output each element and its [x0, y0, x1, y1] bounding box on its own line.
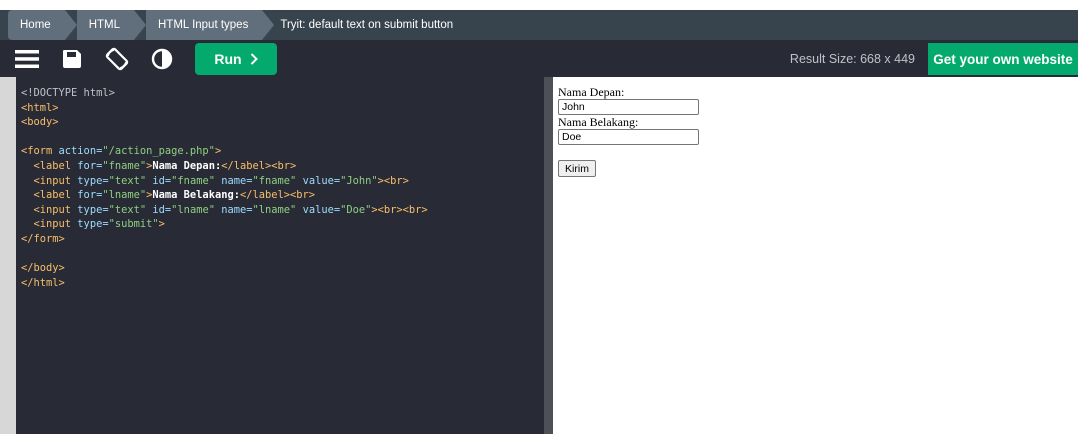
code-token: id=: [146, 203, 172, 216]
code-line: <input type="text" id="fname" name="fnam…: [21, 174, 544, 189]
line-break: [558, 145, 1078, 159]
code-token: </label><br>: [221, 159, 297, 172]
left-gutter: [0, 77, 16, 434]
code-token: </html>: [21, 276, 65, 289]
code-token: "lname": [171, 203, 215, 216]
code-token: name=: [214, 203, 253, 216]
fname-label: Nama Depan:: [558, 85, 625, 99]
lname-input[interactable]: [558, 129, 699, 145]
code-token: "Doe": [340, 203, 372, 216]
menu-icon[interactable]: [13, 45, 41, 73]
code-token: </label><br>: [239, 189, 316, 202]
pane-splitter[interactable]: [544, 77, 553, 434]
code-token: "fname": [102, 159, 147, 172]
lname-label: Nama Belakang:: [558, 115, 639, 129]
code-token: >: [158, 218, 165, 231]
save-icon[interactable]: [58, 45, 86, 73]
code-token: for=: [71, 159, 103, 172]
code-token: action=: [52, 145, 103, 158]
code-token: value=: [296, 174, 341, 187]
code-token: id=: [146, 174, 172, 187]
code-token: <body>: [21, 116, 59, 129]
code-token: <input: [21, 218, 72, 231]
code-token: "John": [340, 174, 378, 187]
code-token: type=: [71, 203, 109, 216]
run-label: Run: [214, 50, 242, 67]
code-token: "text": [108, 174, 147, 187]
code-token: >: [214, 145, 222, 158]
breadcrumb-html[interactable]: HTML: [76, 10, 147, 40]
get-your-own-website-button[interactable]: Get your own website: [928, 43, 1078, 75]
code-token: </body>: [21, 262, 65, 275]
code-line: </body>: [21, 261, 544, 276]
code-token: <input: [21, 203, 72, 216]
chevron-right-icon: [250, 52, 258, 65]
result-pane: Nama Depan: Nama Belakang: Kirim: [553, 77, 1078, 434]
submit-button[interactable]: Kirim: [558, 160, 596, 177]
code-line: </html>: [21, 276, 544, 291]
code-token: Nama Belakang:: [152, 189, 240, 202]
fname-input[interactable]: [558, 99, 699, 115]
code-token: "/action_page.php": [102, 145, 215, 158]
code-line: <!DOCTYPE html>: [21, 86, 544, 101]
code-token: <form: [21, 145, 53, 158]
code-line: <html>: [21, 101, 544, 116]
code-line: <label for="lname">Nama Belakang:</label…: [21, 188, 544, 203]
breadcrumb-current: Tryit: default text on submit button: [280, 19, 454, 31]
code-token: "text": [108, 203, 147, 216]
breadcrumb-home[interactable]: Home: [8, 10, 77, 40]
code-token: type=: [71, 218, 109, 231]
code-token: <label: [21, 159, 72, 172]
code-token: <label: [21, 189, 72, 202]
code-token: ><br><br>: [371, 203, 428, 216]
toolbar: Run Result Size: 668 x 449 Get your own …: [0, 40, 1078, 77]
code-token: "lname": [102, 189, 147, 202]
code-token: ><br>: [377, 174, 409, 187]
code-token: "submit": [108, 218, 159, 231]
code-line: <input type="submit">: [21, 217, 544, 232]
code-token: <!DOCTYPE html>: [21, 87, 115, 99]
code-line: <input type="text" id="lname" name="lnam…: [21, 203, 544, 218]
code-token: "fname": [171, 174, 215, 187]
code-token: Nama Depan:: [152, 159, 222, 172]
code-token: <input: [21, 174, 72, 187]
code-line: <label for="fname">Nama Depan:</label><b…: [21, 159, 544, 174]
code-token: type=: [71, 174, 109, 187]
code-line: <form action="/action_page.php">: [21, 144, 544, 159]
rotate-icon[interactable]: [103, 45, 131, 73]
code-line: <body>: [21, 115, 544, 130]
result-size: Result Size: 668 x 449: [789, 51, 915, 66]
code-token: <html>: [21, 101, 59, 114]
code-editor[interactable]: <!DOCTYPE html> <html> <body> <form action…: [16, 77, 544, 434]
code-line: </form>: [21, 232, 544, 247]
code-token: "fname": [252, 174, 297, 187]
code-token: "lname": [252, 203, 297, 216]
code-token: for=: [71, 189, 103, 202]
code-token: name=: [214, 174, 253, 187]
breadcrumb-html-input-types[interactable]: HTML Input types: [146, 10, 275, 40]
code-token: value=: [296, 203, 341, 216]
contrast-icon[interactable]: [148, 45, 176, 73]
run-button[interactable]: Run: [195, 42, 277, 75]
breadcrumb: Home HTML HTML Input types Tryit: defaul…: [0, 10, 1078, 40]
code-token: </form>: [21, 232, 65, 245]
